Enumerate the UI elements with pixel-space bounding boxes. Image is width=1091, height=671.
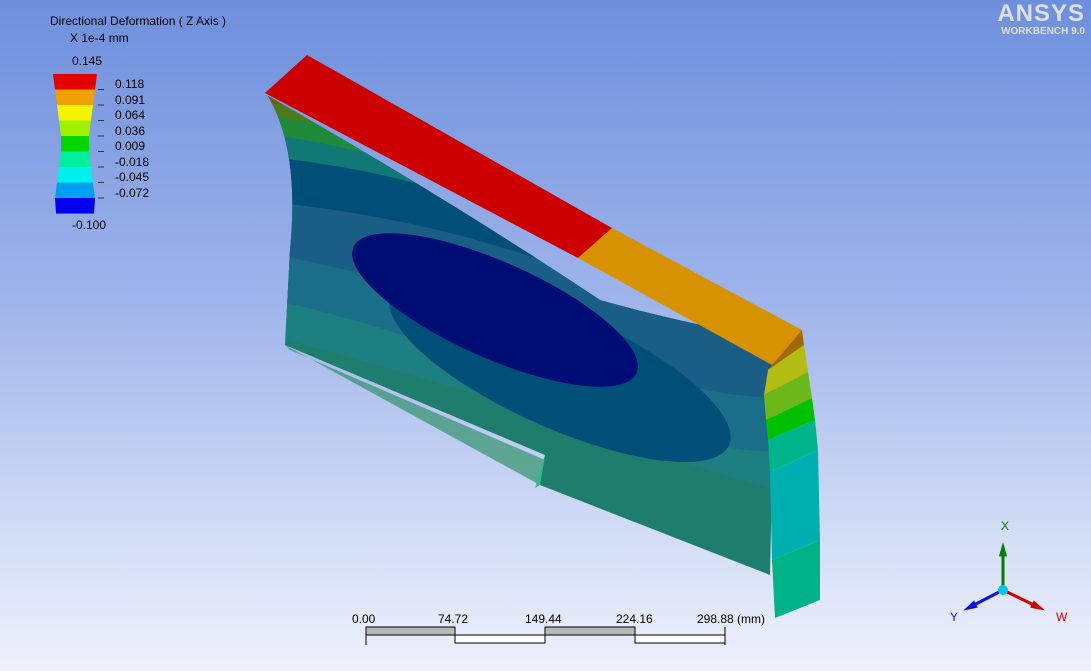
y-axis-line [971, 588, 1004, 608]
x-axis-arrowhead [998, 542, 1008, 557]
triad-origin [998, 585, 1008, 595]
coordinate-triad[interactable] [0, 0, 1091, 671]
w-axis-label: W [1056, 610, 1068, 624]
w-axis-line [1002, 588, 1037, 608]
x-axis-label: X [1001, 519, 1010, 533]
y-axis-arrowhead [963, 600, 978, 611]
y-axis-label: Y [950, 610, 959, 624]
w-axis-arrowhead [1030, 600, 1045, 611]
